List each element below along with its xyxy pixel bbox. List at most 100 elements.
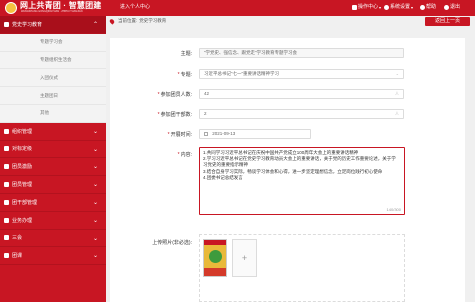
org-icon xyxy=(4,128,9,134)
sidebar-subitem-theme-day[interactable]: 主题团日 xyxy=(0,87,106,105)
book-icon xyxy=(4,21,9,27)
brand-subtitle: WANGSHANG GONGQINGTUAN · ZHIHUI TUANJIAN xyxy=(21,10,83,13)
logout-link[interactable]: 退出 xyxy=(444,4,460,11)
chevron-down-icon: ⌄ xyxy=(92,146,98,153)
theme-value: “学党史、强信念、跟党走”学习教育专题学习会 xyxy=(204,50,297,55)
breadcrumb-prefix: 当前位置: xyxy=(118,18,138,23)
start-time-value: 2021-09-13 xyxy=(212,131,236,136)
help-icon xyxy=(420,5,425,10)
list-icon xyxy=(4,253,9,259)
grid-icon xyxy=(4,182,9,188)
breadcrumb: 当前位置: 党史学习教育 xyxy=(108,16,420,26)
breadcrumb-current[interactable]: 党史学习教育 xyxy=(139,18,166,24)
chevron-down-icon: ⌄ xyxy=(92,253,98,260)
sidebar-item-label: 业务办理 xyxy=(12,217,33,224)
logout-label: 退出 xyxy=(450,4,461,10)
cadres-unit: 人 xyxy=(395,111,399,116)
sidebar-item-label: 团课 xyxy=(12,253,23,260)
settings-menu[interactable]: 系统设置 ▾ xyxy=(384,4,413,11)
sidebar-item-incentive[interactable]: 团员激励 ⌄ xyxy=(0,158,106,177)
chevron-down-icon: ⌄ xyxy=(395,71,399,76)
emblem-image xyxy=(209,250,222,263)
top-header: 网上共青团 · 智慧团建 WANGSHANG GONGQINGTUAN · ZH… xyxy=(0,0,475,16)
message-center-label: 操作中心 xyxy=(358,4,379,10)
chevron-down-icon: ⌄ xyxy=(92,164,98,171)
chevron-down-icon: ⌄ xyxy=(92,199,98,206)
cadres-value: 2 xyxy=(204,111,207,116)
start-time-label: *开展时间: xyxy=(167,132,192,138)
theme-field: “学党史、强信念、跟党走”学习教育专题学习会 xyxy=(199,48,404,58)
caret-down-icon: ▾ xyxy=(379,5,382,10)
upload-label: 上传照片(非必选): xyxy=(152,240,192,246)
mail-icon xyxy=(352,5,357,10)
sidebar-item-label: 对标定级 xyxy=(12,146,33,153)
sidebar-item-label: 团员激励 xyxy=(12,164,33,171)
back-button[interactable]: 返回上一页 xyxy=(425,17,470,26)
sidebar-subitem-join-ceremony[interactable]: 入团仪式 xyxy=(0,69,106,88)
location-pin-icon xyxy=(108,17,116,25)
required-mark: * xyxy=(157,112,160,118)
message-center-menu[interactable]: 操作中心 ▾ xyxy=(352,4,381,11)
topic-label: *专题: xyxy=(177,72,192,78)
topic-value: 习近平总书记“七一”重要讲话精神学习 xyxy=(204,71,279,76)
content-line: 3.结合自身学习实际，畅谈学习体会和心得，进一步坚定理想信念，立足岗位践行初心使… xyxy=(203,168,383,174)
start-time-datepicker[interactable]: 2021-09-13 xyxy=(199,129,311,139)
upload-area: + xyxy=(199,234,405,302)
sidebar-nav: 党史学习教育 ⌃ 专题学习会 专题组织生活会 入团仪式 主题团日 其他 组织管理… xyxy=(0,16,106,302)
sidebar-item-org-management[interactable]: 组织管理 ⌄ xyxy=(0,123,106,141)
sidebar-item-label: 团干部管理 xyxy=(12,199,38,206)
char-counter: 140/300 xyxy=(386,207,401,212)
chevron-down-icon: ⌄ xyxy=(92,217,98,224)
settings-label: 系统设置 xyxy=(390,4,411,10)
required-mark: * xyxy=(177,152,180,158)
participants-unit: 人 xyxy=(395,91,399,96)
participants-input[interactable]: 42 人 xyxy=(199,89,404,99)
chevron-down-icon: ⌄ xyxy=(92,182,98,189)
power-icon xyxy=(444,5,449,10)
required-mark: * xyxy=(157,92,160,98)
participants-value: 42 xyxy=(204,91,210,96)
people-icon xyxy=(4,199,9,205)
help-link[interactable]: 帮助 xyxy=(420,4,436,11)
sidebar-item-cadre-management[interactable]: 团干部管理 ⌄ xyxy=(0,194,106,212)
sidebar-subitem-other[interactable]: 其他 xyxy=(0,104,106,123)
chevron-up-icon: ⌃ xyxy=(92,22,98,28)
chevron-down-icon: ⌄ xyxy=(92,235,98,242)
content-line: 4.团委书记总结发言 xyxy=(203,174,243,180)
sidebar-item-three-meetings[interactable]: 三会 ⌄ xyxy=(0,230,106,248)
sidebar-item-league-class[interactable]: 团课 ⌄ xyxy=(0,247,106,266)
sidebar-subitem-org-life[interactable]: 专题组织生活会 xyxy=(0,51,106,70)
gear-icon xyxy=(384,5,389,10)
sidebar-subitem-study-session[interactable]: 专题学习会 xyxy=(0,33,106,52)
add-photo-button[interactable]: + xyxy=(232,239,257,277)
sidebar-item-label: 团员管理 xyxy=(12,182,33,189)
sidebar-item-label: 组织管理 xyxy=(12,128,33,135)
required-mark: * xyxy=(167,132,170,138)
cadres-input[interactable]: 2 人 xyxy=(199,109,404,119)
gear-icon xyxy=(4,217,9,223)
topic-select[interactable]: 习近平总书记“七一”重要讲话精神学习 ⌄ xyxy=(199,69,404,79)
league-emblem-logo xyxy=(5,2,17,14)
participants-label: *参加团员人数: xyxy=(157,92,192,98)
caret-down-icon: ▾ xyxy=(411,5,414,10)
content-textarea[interactable]: 1.共同学习习近平总书记在庆祝中国共产党成立100周年大会上的重要讲话精神 2.… xyxy=(199,147,405,215)
sidebar-item-member-management[interactable]: 团员管理 ⌄ xyxy=(0,176,106,194)
theme-label: 主题: xyxy=(180,51,192,57)
cadres-label: *参加团干部数: xyxy=(157,112,192,118)
sidebar-item-grading[interactable]: 对标定级 ⌄ xyxy=(0,141,106,159)
brand-title: 网上共青团 · 智慧团建 xyxy=(20,1,102,10)
personal-center-link[interactable]: 进入个人中心 xyxy=(120,4,150,11)
form-panel: 主题: “学党史、强信念、跟党走”学习教育专题学习会 *专题: 习近平总书记“七… xyxy=(110,38,465,302)
help-label: 帮助 xyxy=(426,4,437,10)
content-label: *内容: xyxy=(177,152,192,158)
plus-icon: + xyxy=(241,253,248,263)
sidebar-item-party-history[interactable]: 党史学习教育 ⌃ xyxy=(0,16,106,34)
flag-icon xyxy=(4,146,9,152)
uploaded-photo-thumbnail[interactable] xyxy=(203,239,227,277)
chart-icon xyxy=(4,164,9,170)
sidebar-item-business[interactable]: 业务办理 ⌄ xyxy=(0,212,106,230)
chevron-down-icon: ⌄ xyxy=(92,128,98,135)
required-mark: * xyxy=(177,72,180,78)
calendar-icon xyxy=(204,131,208,136)
sidebar-item-label: 党史学习教育 xyxy=(12,21,43,28)
